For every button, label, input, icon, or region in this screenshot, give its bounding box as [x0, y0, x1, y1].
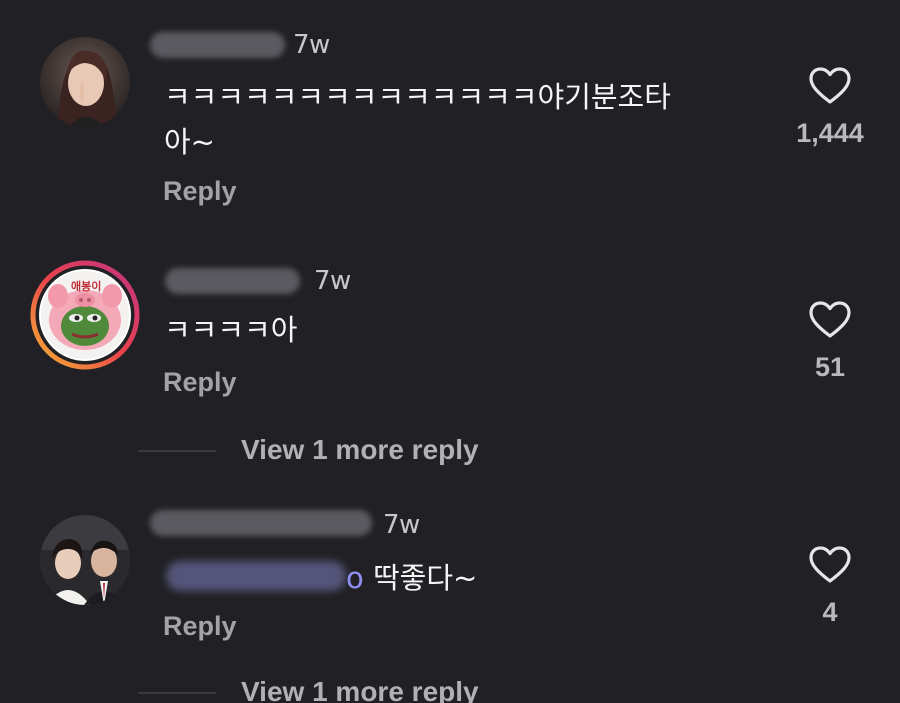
heart-outline-icon[interactable]	[808, 545, 852, 585]
comments-screen: 7w ㅋㅋㅋㅋㅋㅋㅋㅋㅋㅋㅋㅋㅋㅋ야기분조타 아~ Reply 1,444 애봉…	[0, 0, 900, 703]
comment-time: 7w	[383, 510, 420, 540]
like-count: 4	[822, 597, 838, 627]
username-redacted[interactable]	[150, 510, 372, 536]
reply-button[interactable]: Reply	[163, 611, 237, 642]
comment-time: 7w	[314, 266, 351, 296]
username-redacted[interactable]	[165, 268, 300, 294]
heart-outline-icon[interactable]	[808, 66, 852, 106]
avatar[interactable]	[40, 515, 130, 605]
divider	[138, 450, 216, 452]
avatar[interactable]: 애봉이	[30, 260, 140, 370]
reply-button[interactable]: Reply	[163, 367, 237, 398]
avatar-sticker-text: 애봉이	[71, 280, 102, 293]
comment-text-line2: 아~	[164, 125, 215, 159]
comment-text: ㅋㅋㅋㅋ아	[164, 313, 298, 347]
like-count: 1,444	[796, 118, 864, 148]
username-redacted[interactable]	[150, 32, 285, 58]
mention-redacted[interactable]	[166, 561, 346, 591]
avatar[interactable]	[40, 37, 130, 127]
like-count: 51	[814, 352, 846, 382]
comment-text-body: 딱좋다~	[363, 561, 478, 595]
comment-text: o 딱좋다~	[346, 554, 477, 602]
view-more-replies-button[interactable]: View 1 more reply	[241, 676, 479, 703]
comment-text: ㅋㅋㅋㅋㅋㅋㅋㅋㅋㅋㅋㅋㅋㅋ야기분조타	[164, 80, 671, 114]
reply-button[interactable]: Reply	[163, 176, 237, 207]
mention-link[interactable]: o	[346, 561, 364, 595]
heart-outline-icon[interactable]	[808, 300, 852, 340]
divider	[138, 692, 216, 694]
view-more-replies-button[interactable]: View 1 more reply	[241, 434, 479, 466]
comment-time: 7w	[293, 30, 330, 60]
